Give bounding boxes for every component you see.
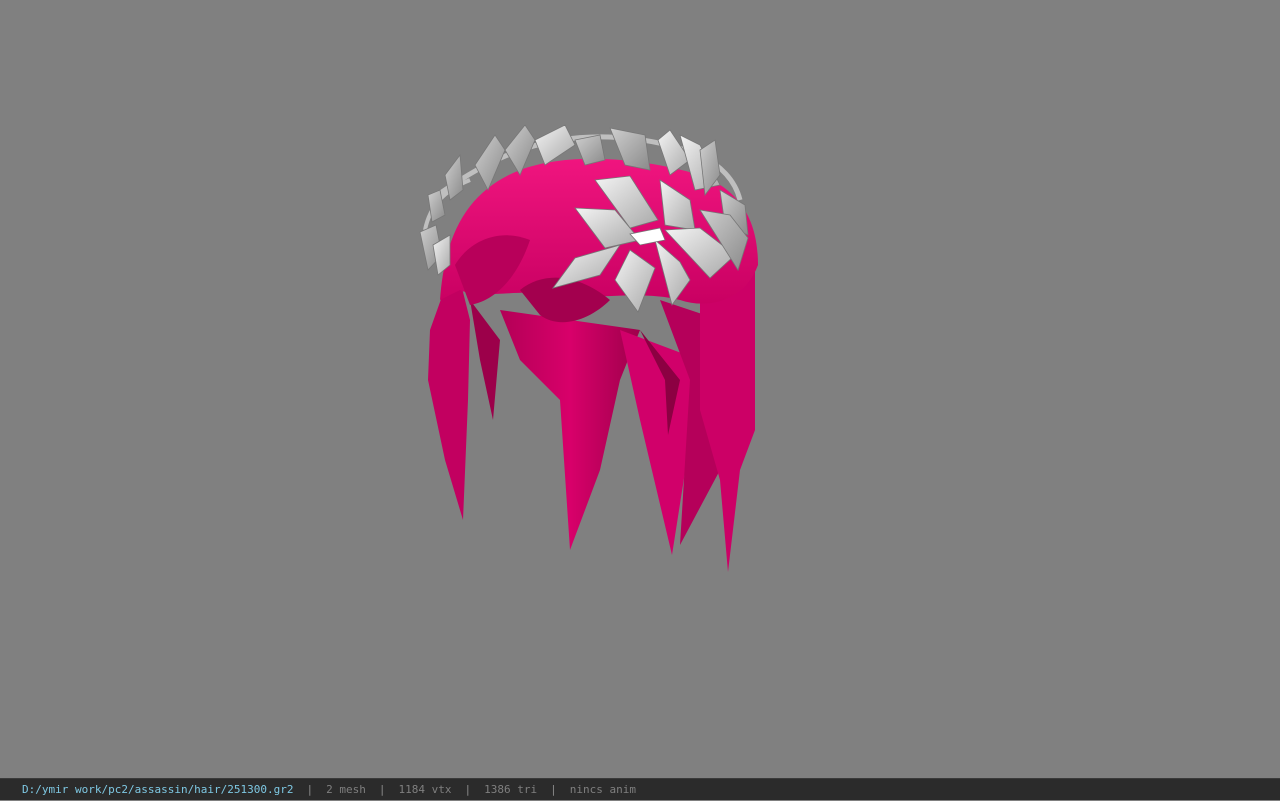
file-path: D:/ymir work/pc2/assassin/hair/251300.gr… (22, 783, 294, 796)
separator: | (550, 783, 557, 796)
animation-status: nincs anim (569, 783, 636, 796)
separator: | (306, 783, 314, 796)
separator: | (464, 783, 472, 796)
3d-viewport[interactable] (0, 0, 1280, 778)
hair-model-render (419, 124, 758, 572)
triangle-count: 1386 tri (484, 783, 538, 796)
mesh-count: 2 mesh (326, 783, 366, 796)
vertex-count: 1184 vtx (398, 783, 452, 796)
status-bar: D:/ymir work/pc2/assassin/hair/251300.gr… (0, 778, 1280, 800)
separator: | (378, 783, 386, 796)
